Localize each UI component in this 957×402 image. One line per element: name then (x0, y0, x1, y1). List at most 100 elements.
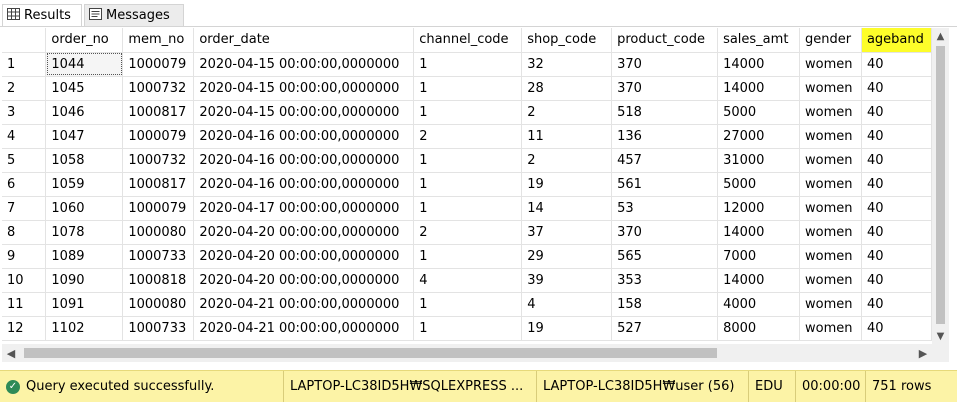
column-header[interactable]: sales_amt (717, 28, 801, 53)
cell-shop-code[interactable]: 4 (521, 292, 613, 317)
table-row[interactable]: 2 1045 1000732 2020-04-15 00:00:00,0000000 1… (2, 76, 932, 101)
cell-mem-no[interactable]: 1000817 (122, 100, 195, 125)
cell-ageband[interactable]: 40 (861, 268, 932, 293)
row-number[interactable]: 7 (2, 196, 47, 221)
cell-product-code[interactable]: 565 (611, 244, 719, 269)
cell-gender[interactable]: women (799, 220, 862, 245)
row-number[interactable]: 1 (2, 52, 47, 77)
table-row[interactable]: 12 1102 1000733 2020-04-21 00:00:00,0000000… (2, 316, 932, 341)
table-row[interactable]: 7 1060 1000079 2020-04-17 00:00:00,0000000 1… (2, 196, 932, 221)
cell-channel-code[interactable]: 2 (413, 220, 523, 245)
cell-mem-no[interactable]: 1000079 (122, 124, 195, 149)
cell-gender[interactable]: women (799, 196, 862, 221)
cell-product-code[interactable]: 561 (611, 172, 719, 197)
cell-sales-amt[interactable]: 14000 (717, 76, 801, 101)
cell-shop-code[interactable]: 2 (521, 148, 613, 173)
cell-ageband[interactable]: 40 (861, 172, 932, 197)
cell-sales-amt[interactable]: 7000 (717, 244, 801, 269)
cell-sales-amt[interactable]: 5000 (717, 172, 801, 197)
cell-mem-no[interactable]: 1000817 (122, 172, 195, 197)
results-grid[interactable]: order_no mem_no order_date channel_code … (2, 28, 932, 344)
cell-shop-code[interactable]: 14 (521, 196, 613, 221)
row-number[interactable]: 6 (2, 172, 47, 197)
cell-product-code[interactable]: 457 (611, 148, 719, 173)
horizontal-scrollbar[interactable]: ◀ ▶ (2, 344, 932, 362)
table-row[interactable]: 9 1089 1000733 2020-04-20 00:00:00,0000000 1… (2, 244, 932, 269)
cell-ageband[interactable]: 40 (861, 244, 932, 269)
cell-order-date[interactable]: 2020-04-17 00:00:00,0000000 (193, 196, 415, 221)
cell-channel-code[interactable]: 1 (413, 172, 523, 197)
cell-order-date[interactable]: 2020-04-16 00:00:00,0000000 (193, 172, 415, 197)
cell-product-code[interactable]: 370 (611, 220, 719, 245)
column-header[interactable]: shop_code (521, 28, 613, 53)
cell-ageband[interactable]: 40 (861, 100, 932, 125)
table-row[interactable]: 4 1047 1000079 2020-04-16 00:00:00,0000000 2… (2, 124, 932, 149)
cell-order-no[interactable]: 1045 (45, 76, 124, 101)
cell-channel-code[interactable]: 1 (413, 292, 523, 317)
table-row[interactable]: 6 1059 1000817 2020-04-16 00:00:00,0000000 1… (2, 172, 932, 197)
scroll-up-icon[interactable]: ▲ (932, 28, 949, 44)
column-header-highlighted[interactable]: ageband (861, 28, 932, 53)
table-row[interactable]: 11 1091 1000080 2020-04-21 00:00:00,0000000… (2, 292, 932, 317)
cell-mem-no[interactable]: 1000733 (122, 244, 195, 269)
cell-shop-code[interactable]: 32 (521, 52, 613, 77)
cell-order-date[interactable]: 2020-04-15 00:00:00,0000000 (193, 52, 415, 77)
cell-sales-amt[interactable]: 14000 (717, 268, 801, 293)
cell-ageband[interactable]: 40 (861, 196, 932, 221)
cell-sales-amt[interactable]: 31000 (717, 148, 801, 173)
cell-order-no[interactable]: 1078 (45, 220, 124, 245)
cell-mem-no[interactable]: 1000732 (122, 76, 195, 101)
column-header[interactable]: product_code (611, 28, 719, 53)
cell-order-no[interactable]: 1058 (45, 148, 124, 173)
cell-gender[interactable]: women (799, 316, 862, 341)
cell-channel-code[interactable]: 4 (413, 268, 523, 293)
cell-order-no[interactable]: 1046 (45, 100, 124, 125)
scroll-right-icon[interactable]: ▶ (914, 344, 932, 362)
cell-mem-no[interactable]: 1000732 (122, 148, 195, 173)
cell-mem-no[interactable]: 1000733 (122, 316, 195, 341)
cell-mem-no[interactable]: 1000079 (122, 52, 195, 77)
cell-channel-code[interactable]: 1 (413, 148, 523, 173)
cell-order-no[interactable]: 1060 (45, 196, 124, 221)
row-number[interactable]: 10 (2, 268, 47, 293)
cell-gender[interactable]: women (799, 292, 862, 317)
cell-shop-code[interactable]: 19 (521, 316, 613, 341)
cell-mem-no[interactable]: 1000079 (122, 196, 195, 221)
cell-channel-code[interactable]: 1 (413, 196, 523, 221)
table-row[interactable]: 8 1078 1000080 2020-04-20 00:00:00,0000000 2… (2, 220, 932, 245)
column-header[interactable]: order_no (45, 28, 124, 53)
cell-ageband[interactable]: 40 (861, 220, 932, 245)
cell-product-code[interactable]: 527 (611, 316, 719, 341)
cell-sales-amt[interactable]: 14000 (717, 52, 801, 77)
cell-gender[interactable]: women (799, 100, 862, 125)
cell-shop-code[interactable]: 11 (521, 124, 613, 149)
vertical-scroll-thumb[interactable] (936, 46, 945, 324)
cell-ageband[interactable]: 40 (861, 76, 932, 101)
row-number[interactable]: 4 (2, 124, 47, 149)
cell-shop-code[interactable]: 2 (521, 100, 613, 125)
cell-sales-amt[interactable]: 12000 (717, 196, 801, 221)
horizontal-scroll-thumb[interactable] (24, 348, 717, 358)
cell-order-date[interactable]: 2020-04-15 00:00:00,0000000 (193, 100, 415, 125)
cell-order-date[interactable]: 2020-04-21 00:00:00,0000000 (193, 316, 415, 341)
cell-shop-code[interactable]: 37 (521, 220, 613, 245)
row-number[interactable]: 8 (2, 220, 47, 245)
cell-mem-no[interactable]: 1000080 (122, 220, 195, 245)
cell-ageband[interactable]: 40 (861, 316, 932, 341)
cell-product-code[interactable]: 136 (611, 124, 719, 149)
row-number-header[interactable] (2, 28, 47, 53)
table-row[interactable]: 10 1090 1000818 2020-04-20 00:00:00,0000000… (2, 268, 932, 293)
cell-product-code[interactable]: 53 (611, 196, 719, 221)
column-header[interactable]: order_date (193, 28, 415, 53)
tab-messages[interactable]: Messages (84, 4, 184, 26)
column-header[interactable]: channel_code (413, 28, 523, 53)
cell-product-code[interactable]: 158 (611, 292, 719, 317)
cell-channel-code[interactable]: 1 (413, 244, 523, 269)
cell-gender[interactable]: women (799, 76, 862, 101)
cell-order-no[interactable]: 1044 (45, 52, 124, 77)
column-header[interactable]: mem_no (122, 28, 195, 53)
cell-sales-amt[interactable]: 8000 (717, 316, 801, 341)
table-row[interactable]: 1 1044 1000079 2020-04-15 00:00:00,0000000 1… (2, 52, 932, 77)
cell-product-code[interactable]: 370 (611, 52, 719, 77)
cell-order-no[interactable]: 1047 (45, 124, 124, 149)
